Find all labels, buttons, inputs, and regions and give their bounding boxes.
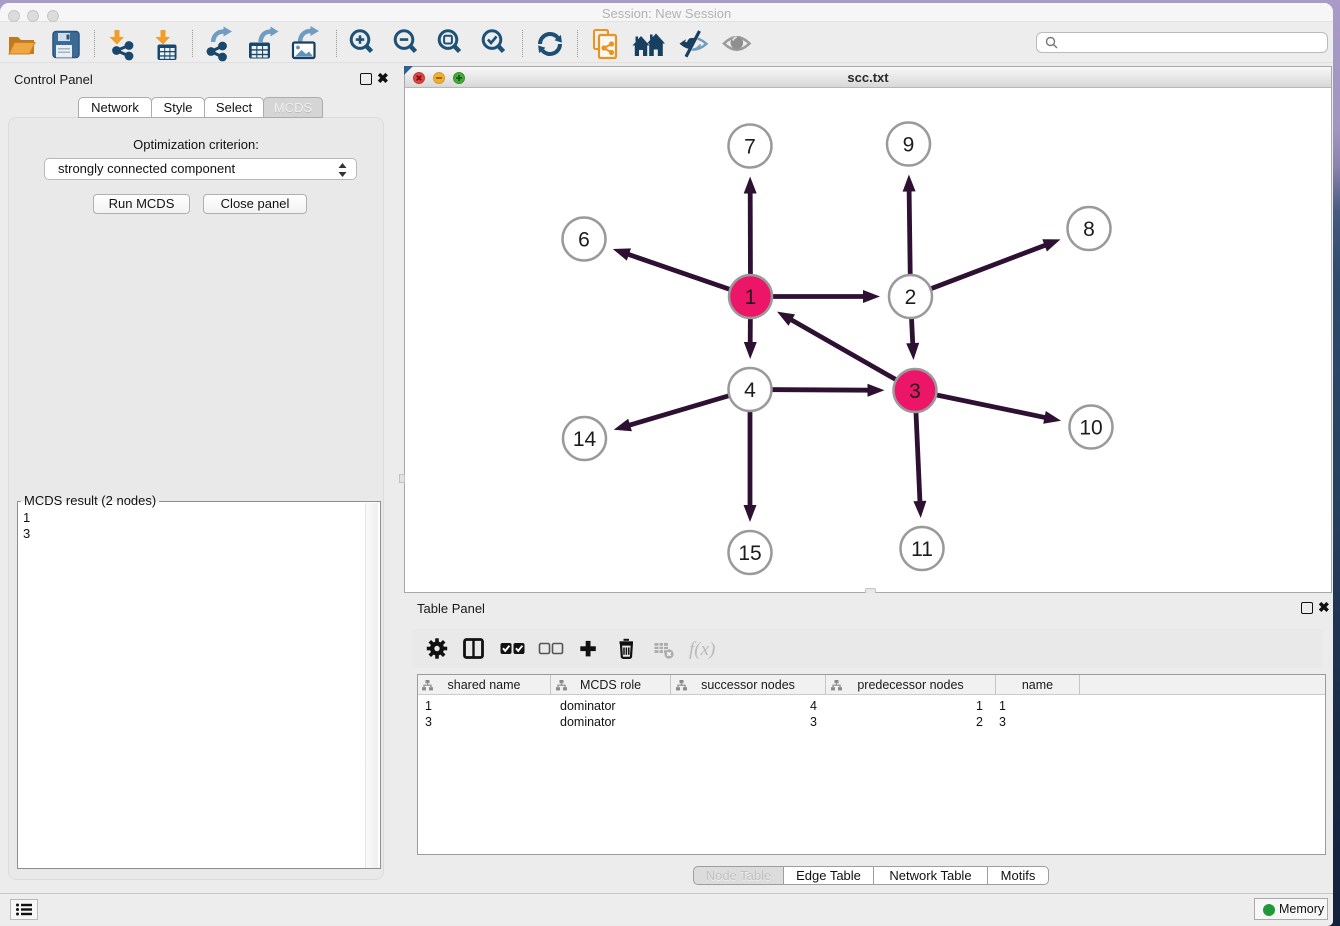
svg-text:f(x): f(x) xyxy=(689,639,715,660)
svg-text:3: 3 xyxy=(909,380,921,403)
svg-text:14: 14 xyxy=(573,428,597,451)
svg-text:2: 2 xyxy=(905,286,917,309)
svg-text:4: 4 xyxy=(744,379,756,402)
svg-text:11: 11 xyxy=(911,538,933,561)
svg-text:6: 6 xyxy=(578,229,590,252)
svg-text:8: 8 xyxy=(1083,218,1095,241)
svg-text:1: 1 xyxy=(745,286,757,309)
svg-text:9: 9 xyxy=(903,134,915,157)
svg-text:15: 15 xyxy=(738,542,761,565)
svg-text:7: 7 xyxy=(744,136,756,159)
svg-text:10: 10 xyxy=(1079,417,1102,440)
